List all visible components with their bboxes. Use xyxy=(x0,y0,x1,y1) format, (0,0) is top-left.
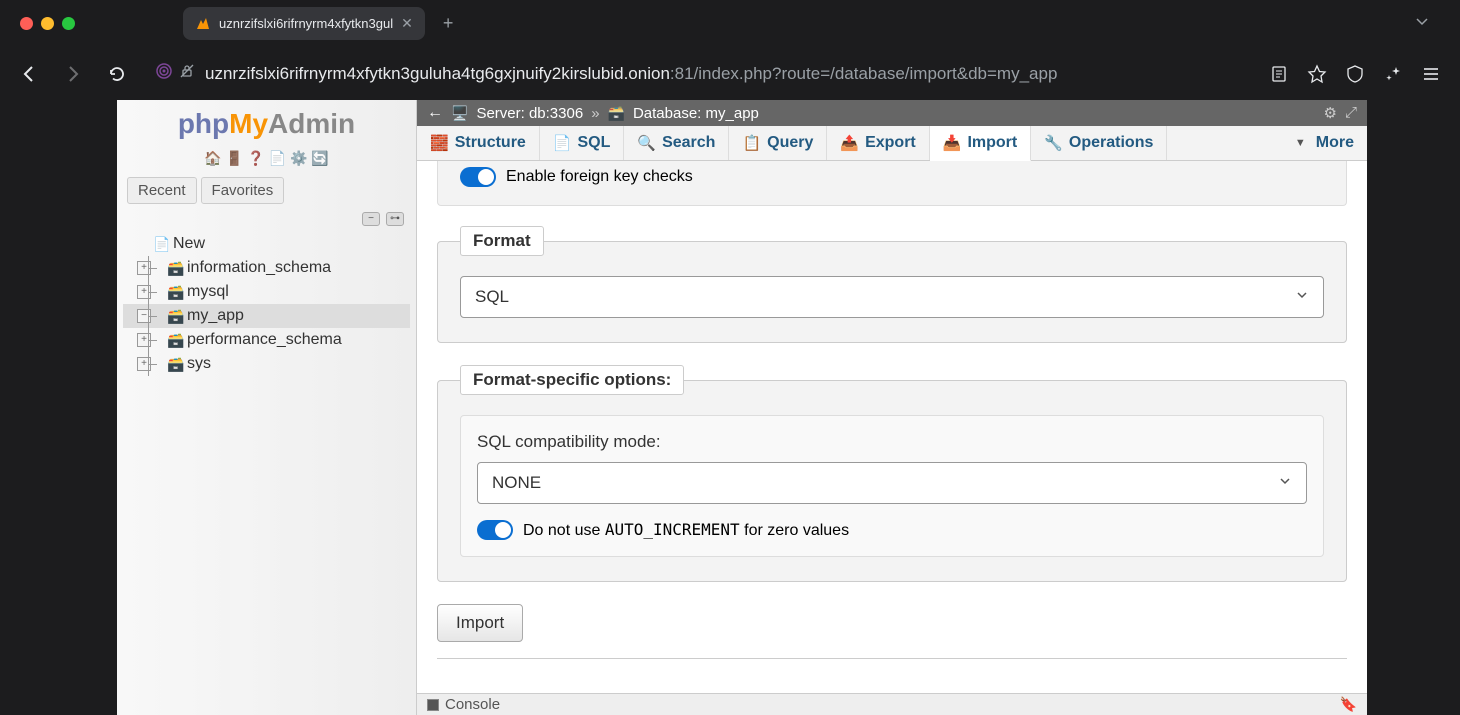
hamburger-menu-icon[interactable] xyxy=(1417,60,1445,88)
breadcrumb-database[interactable]: Database: my_app xyxy=(633,105,759,122)
export-icon: 📤 xyxy=(840,134,859,152)
db-item-information-schema[interactable]: + 🗃️ information_schema xyxy=(123,256,410,280)
divider xyxy=(437,658,1347,659)
db-item-my-app[interactable]: − 🗃️ my_app xyxy=(123,304,410,328)
breadcrumb-back-icon[interactable]: ← xyxy=(427,104,443,122)
auto-increment-label: Do not use AUTO_INCREMENT for zero value… xyxy=(523,520,849,540)
link-icon[interactable]: ⊶ xyxy=(386,212,404,226)
home-icon[interactable]: 🏠 xyxy=(204,150,221,167)
new-tab-button[interactable]: + xyxy=(433,9,464,38)
close-tab-icon[interactable]: ✕ xyxy=(401,15,413,32)
bookmark-icon[interactable]: 🔖 xyxy=(1340,696,1357,713)
sql-icon[interactable]: 📄 xyxy=(269,150,286,167)
main-tabs: 🧱Structure 📄SQL 🔍Search 📋Query 📤Export 📥… xyxy=(417,126,1367,161)
chevron-down-icon xyxy=(1278,473,1292,493)
compat-mode-label: SQL compatibility mode: xyxy=(477,432,1307,452)
tab-structure[interactable]: 🧱Structure xyxy=(417,126,540,160)
back-button[interactable] xyxy=(15,60,43,88)
tab-title: uznrzifslxi6rifrnyrm4xfytkn3gul xyxy=(219,16,393,31)
import-submit-button[interactable]: Import xyxy=(437,604,523,642)
tab-export[interactable]: 📤Export xyxy=(827,126,929,160)
docs-icon[interactable]: ❓ xyxy=(247,150,264,167)
db-item-mysql[interactable]: + 🗃️ mysql xyxy=(123,280,410,304)
settings-gear-icon[interactable]: ⚙️ xyxy=(290,150,307,167)
shield-icon[interactable] xyxy=(1341,60,1369,88)
phpmyadmin-logo[interactable]: phpMyAdmin xyxy=(117,100,416,144)
server-icon: 🖥️ xyxy=(451,105,468,122)
page-settings-gear-icon[interactable]: ⚙ xyxy=(1324,104,1337,122)
database-icon: 🗃️ xyxy=(167,308,183,324)
new-db-icon: 📄 xyxy=(153,236,169,252)
breadcrumb-separator: » xyxy=(591,105,599,122)
format-legend: Format xyxy=(460,226,544,256)
query-icon: 📋 xyxy=(742,134,761,152)
reader-mode-icon[interactable] xyxy=(1265,60,1293,88)
tabs-dropdown-icon[interactable] xyxy=(1414,13,1450,34)
reload-button[interactable] xyxy=(103,60,131,88)
phpmyadmin-favicon xyxy=(195,16,211,32)
tab-more[interactable]: ▼More xyxy=(1282,126,1367,160)
browser-tab[interactable]: uznrzifslxi6rifrnyrm4xfytkn3gul ✕ xyxy=(183,7,425,40)
minimize-window-button[interactable] xyxy=(41,17,54,30)
format-select[interactable]: SQL xyxy=(460,276,1324,318)
format-options-legend: Format-specific options: xyxy=(460,365,684,395)
maximize-window-button[interactable] xyxy=(62,17,75,30)
tab-query[interactable]: 📋Query xyxy=(729,126,827,160)
format-fieldset: Format SQL xyxy=(437,226,1347,343)
wrench-icon: 🔧 xyxy=(1044,134,1063,152)
database-tree: 📄 New + 🗃️ information_schema + 🗃️ mysql… xyxy=(117,232,416,376)
database-icon: 🗃️ xyxy=(608,105,625,122)
tab-sql[interactable]: 📄SQL xyxy=(540,126,625,160)
foreign-key-option-row: Enable foreign key checks xyxy=(437,161,1347,206)
url-host: uznrzifslxi6rifrnyrm4xfytkn3guluha4tg6gx… xyxy=(205,64,670,83)
console-toggle-icon[interactable] xyxy=(427,699,439,711)
foreign-key-label: Enable foreign key checks xyxy=(506,168,693,186)
database-icon: 🗃️ xyxy=(167,260,183,276)
import-icon: 📥 xyxy=(943,134,962,152)
dropdown-caret-icon: ▼ xyxy=(1295,137,1306,149)
chevron-down-icon xyxy=(1295,287,1309,307)
database-icon: 🗃️ xyxy=(167,356,183,372)
navigation-sidebar: phpMyAdmin 🏠 🚪 ❓ 📄 ⚙️ 🔄 Recent Favorites… xyxy=(117,100,417,715)
structure-icon: 🧱 xyxy=(430,134,449,152)
url-path: :81/index.php?route=/database/import&db=… xyxy=(670,64,1058,83)
sql-icon: 📄 xyxy=(553,134,572,152)
tor-icon xyxy=(155,62,173,85)
db-item-sys[interactable]: + 🗃️ sys xyxy=(123,352,410,376)
tab-search[interactable]: 🔍Search xyxy=(624,126,729,160)
logout-icon[interactable]: 🚪 xyxy=(226,150,243,167)
foreign-key-toggle[interactable] xyxy=(460,167,496,187)
address-bar[interactable]: uznrzifslxi6rifrnyrm4xfytkn3guluha4tg6gx… xyxy=(147,62,1249,85)
close-window-button[interactable] xyxy=(20,17,33,30)
favorites-tab[interactable]: Favorites xyxy=(201,177,285,204)
bookmark-star-icon[interactable] xyxy=(1303,60,1331,88)
search-icon: 🔍 xyxy=(637,134,656,152)
auto-increment-toggle[interactable] xyxy=(477,520,513,540)
db-item-performance-schema[interactable]: + 🗃️ performance_schema xyxy=(123,328,410,352)
console-bar[interactable]: Console 🔖 xyxy=(417,693,1367,715)
reload-nav-icon[interactable]: 🔄 xyxy=(311,150,328,167)
breadcrumb: ← 🖥️ Server: db:3306 » 🗃️ Database: my_a… xyxy=(417,100,1367,126)
collapse-all-button[interactable]: − xyxy=(362,212,380,226)
database-icon: 🗃️ xyxy=(167,284,183,300)
breadcrumb-server[interactable]: Server: db:3306 xyxy=(476,105,583,122)
tab-operations[interactable]: 🔧Operations xyxy=(1031,126,1167,160)
page-help-icon[interactable]: ⤢ xyxy=(1345,104,1357,122)
window-controls[interactable] xyxy=(20,17,75,30)
forward-button[interactable] xyxy=(59,60,87,88)
lock-icon xyxy=(179,63,195,84)
new-database-link[interactable]: 📄 New xyxy=(123,232,410,256)
database-icon: 🗃️ xyxy=(167,332,183,348)
format-options-fieldset: Format-specific options: SQL compatibili… xyxy=(437,365,1347,582)
tab-import[interactable]: 📥Import xyxy=(930,126,1031,161)
compat-mode-select[interactable]: NONE xyxy=(477,462,1307,504)
sparkle-icon[interactable] xyxy=(1379,60,1407,88)
recent-tab[interactable]: Recent xyxy=(127,177,197,204)
console-label: Console xyxy=(445,696,500,713)
